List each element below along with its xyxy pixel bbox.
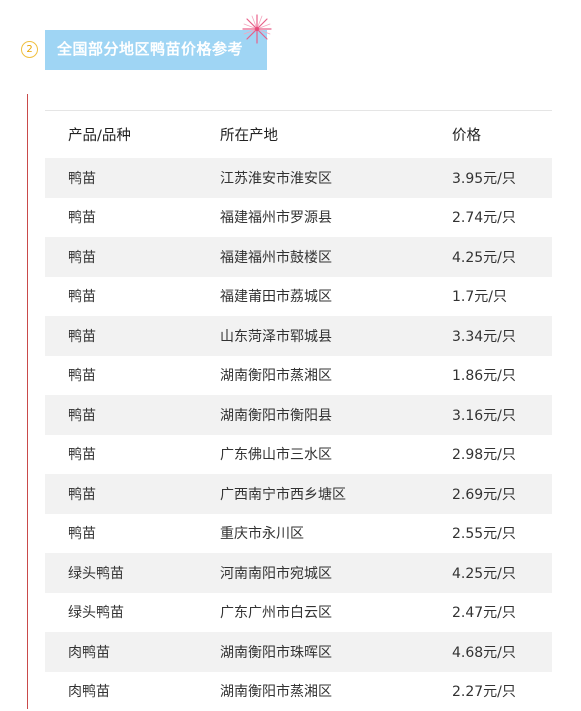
table-header-row: 产品/品种 所在产地 价格 <box>45 111 552 158</box>
cell-price: 1.86元/只 <box>452 365 552 385</box>
table-row: 鸭苗福建福州市罗源县2.74元/只 <box>45 198 552 238</box>
table-row: 鸭苗福建莆田市荔城区1.7元/只 <box>45 277 552 317</box>
cell-origin: 福建福州市罗源县 <box>220 207 452 227</box>
table-row: 鸭苗山东菏泽市郓城县3.34元/只 <box>45 316 552 356</box>
cell-price: 2.55元/只 <box>452 523 552 543</box>
cell-origin: 湖南衡阳市衡阳县 <box>220 405 452 425</box>
table-row: 鸭苗广东佛山市三水区2.98元/只 <box>45 435 552 475</box>
cell-price: 3.34元/只 <box>452 326 552 346</box>
cell-price: 4.25元/只 <box>452 247 552 267</box>
cell-origin: 湖南衡阳市珠晖区 <box>220 642 452 662</box>
cell-product: 鸭苗 <box>45 523 220 543</box>
cell-origin: 江苏淮安市淮安区 <box>220 168 452 188</box>
firework-decoration-icon <box>240 12 274 46</box>
cell-origin: 河南南阳市宛城区 <box>220 563 452 583</box>
cell-price: 3.95元/只 <box>452 168 552 188</box>
cell-product: 鸭苗 <box>45 405 220 425</box>
cell-product: 鸭苗 <box>45 484 220 504</box>
cell-price: 1.7元/只 <box>452 286 552 306</box>
table-row: 鸭苗福建福州市鼓楼区4.25元/只 <box>45 237 552 277</box>
cell-product: 鸭苗 <box>45 168 220 188</box>
section-header: 2 全国部分地区鸭苗价格参考 <box>0 30 300 70</box>
cell-product: 肉鸭苗 <box>45 642 220 662</box>
table-row: 鸭苗湖南衡阳市衡阳县3.16元/只 <box>45 395 552 435</box>
cell-price: 3.16元/只 <box>452 405 552 425</box>
section-title: 全国部分地区鸭苗价格参考 <box>45 30 267 70</box>
table-row: 绿头鸭苗广东广州市白云区2.47元/只 <box>45 593 552 633</box>
cell-product: 鸭苗 <box>45 365 220 385</box>
cell-origin: 福建福州市鼓楼区 <box>220 247 452 267</box>
table-row: 肉鸭苗湖南衡阳市蒸湘区2.27元/只 <box>45 672 552 711</box>
cell-product: 鸭苗 <box>45 207 220 227</box>
cell-origin: 福建莆田市荔城区 <box>220 286 452 306</box>
cell-origin: 广东佛山市三水区 <box>220 444 452 464</box>
price-table: 产品/品种 所在产地 价格 鸭苗江苏淮安市淮安区3.95元/只鸭苗福建福州市罗源… <box>45 110 552 711</box>
header-price: 价格 <box>452 124 552 145</box>
table-row: 绿头鸭苗河南南阳市宛城区4.25元/只 <box>45 553 552 593</box>
cell-product: 鸭苗 <box>45 247 220 267</box>
cell-product: 绿头鸭苗 <box>45 563 220 583</box>
cell-product: 绿头鸭苗 <box>45 602 220 622</box>
table-row: 鸭苗江苏淮安市淮安区3.95元/只 <box>45 158 552 198</box>
cell-price: 2.74元/只 <box>452 207 552 227</box>
cell-origin: 湖南衡阳市蒸湘区 <box>220 681 452 701</box>
accent-vertical-line <box>27 94 28 709</box>
cell-product: 肉鸭苗 <box>45 681 220 701</box>
table-row: 鸭苗湖南衡阳市蒸湘区1.86元/只 <box>45 356 552 396</box>
table-row: 鸭苗重庆市永川区2.55元/只 <box>45 514 552 554</box>
cell-price: 4.68元/只 <box>452 642 552 662</box>
cell-origin: 山东菏泽市郓城县 <box>220 326 452 346</box>
header-origin: 所在产地 <box>220 124 452 145</box>
cell-price: 2.47元/只 <box>452 602 552 622</box>
cell-price: 2.69元/只 <box>452 484 552 504</box>
cell-product: 鸭苗 <box>45 444 220 464</box>
cell-price: 4.25元/只 <box>452 563 552 583</box>
header-product: 产品/品种 <box>45 124 220 145</box>
section-number-badge: 2 <box>21 41 38 58</box>
table-row: 鸭苗广西南宁市西乡塘区2.69元/只 <box>45 474 552 514</box>
cell-price: 2.27元/只 <box>452 681 552 701</box>
cell-origin: 广东广州市白云区 <box>220 602 452 622</box>
cell-origin: 广西南宁市西乡塘区 <box>220 484 452 504</box>
cell-product: 鸭苗 <box>45 286 220 306</box>
cell-origin: 湖南衡阳市蒸湘区 <box>220 365 452 385</box>
cell-product: 鸭苗 <box>45 326 220 346</box>
cell-price: 2.98元/只 <box>452 444 552 464</box>
cell-origin: 重庆市永川区 <box>220 523 452 543</box>
table-row: 肉鸭苗湖南衡阳市珠晖区4.68元/只 <box>45 632 552 672</box>
